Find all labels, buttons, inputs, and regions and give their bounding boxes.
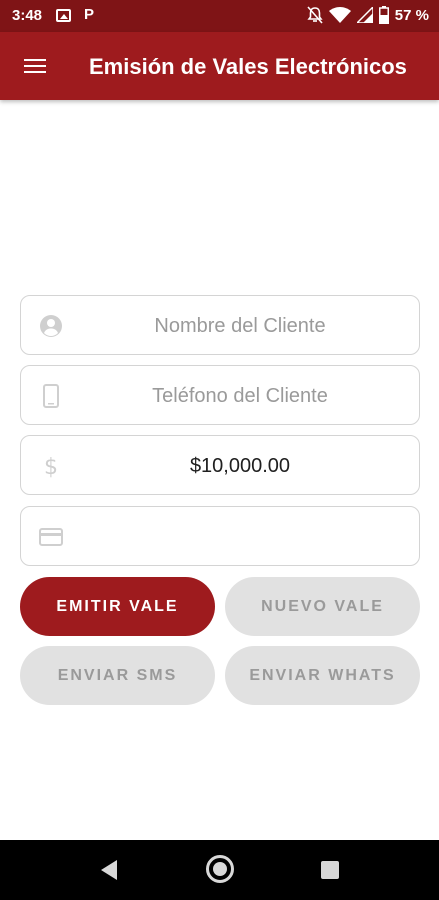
status-bar: 3:48 P 57 % [0,0,439,32]
navigation-bar [0,840,439,900]
svg-text:$: $ [44,455,58,478]
client-phone-field[interactable]: Teléfono del Cliente [20,365,420,425]
credit-card-icon [39,528,63,546]
amount-field[interactable]: $ $10,000.00 [20,435,420,495]
battery-icon [378,6,389,24]
person-icon [40,315,62,337]
phone-icon [43,384,59,408]
dollar-icon: $ [44,455,58,478]
send-sms-button[interactable]: ENVIAR SMS [20,646,215,705]
image-icon [56,9,71,22]
status-icons: 57 % [307,6,429,24]
card-field[interactable] [20,506,420,566]
page-title: Emisión de Vales Electrónicos [89,54,407,79]
back-icon[interactable] [101,860,117,880]
wifi-icon [328,7,351,23]
emit-voucher-button[interactable]: EMITIR VALE [20,577,215,636]
send-whats-button[interactable]: ENVIAR WHATS [225,646,420,705]
new-voucher-button[interactable]: NUEVO VALE [225,577,420,636]
home-icon[interactable] [206,855,234,883]
battery-level: 57 % [394,6,429,24]
p-icon: P [84,6,95,23]
amount-value: $10,000.00 [189,455,291,477]
app-bar: Emisión de Vales Electrónicos [0,32,439,100]
notifications-off-icon [307,6,323,24]
client-name-field[interactable]: Nombre del Cliente [20,295,420,355]
status-time: 3:48 [12,7,43,24]
client-name-placeholder: Nombre del Cliente [154,315,326,337]
client-phone-placeholder: Teléfono del Cliente [152,385,328,407]
signal-icon [356,7,373,23]
recent-apps-icon[interactable] [321,861,339,879]
menu-icon[interactable] [18,52,52,80]
